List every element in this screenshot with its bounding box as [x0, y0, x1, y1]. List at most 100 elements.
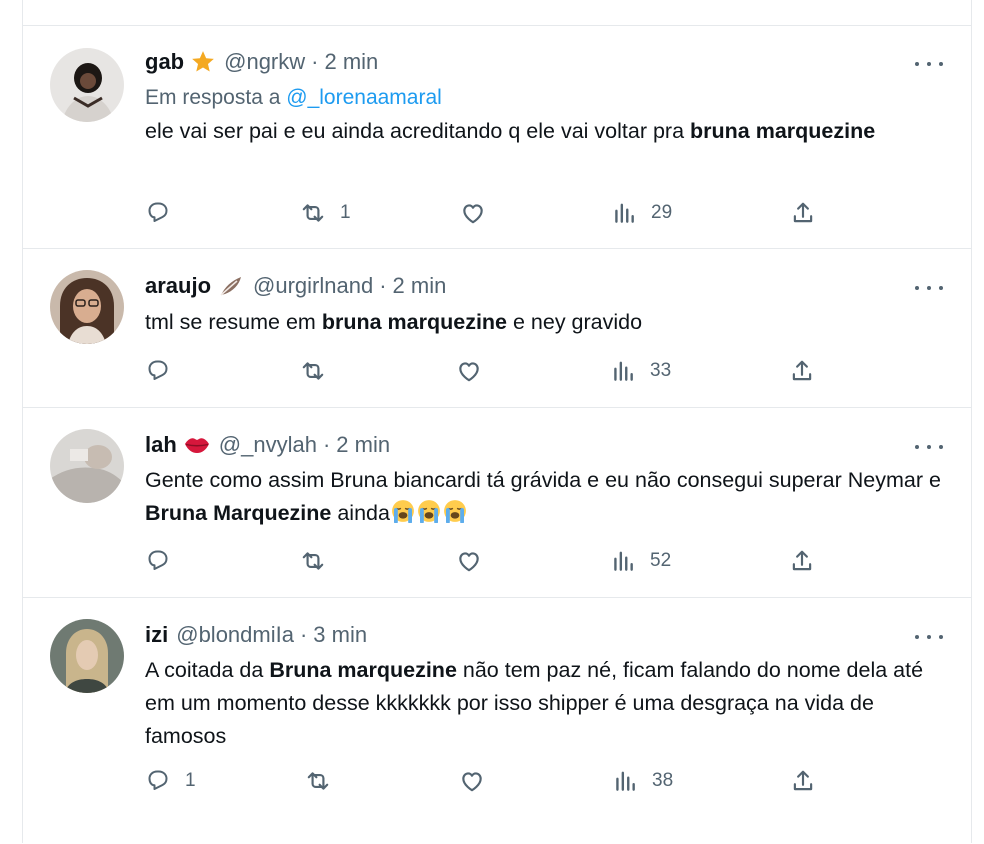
reply-icon: [148, 360, 168, 380]
tweet-text-highlight: bruna marquezine: [690, 119, 876, 143]
reply-button[interactable]: 1: [145, 768, 196, 794]
reply-count: 1: [185, 770, 196, 791]
like-button[interactable]: [456, 548, 496, 574]
reply-button[interactable]: [145, 548, 185, 574]
view-count: 33: [650, 360, 672, 381]
retweet-button[interactable]: [300, 358, 340, 384]
separator-dot: ·: [379, 273, 387, 298]
views-button[interactable]: 29: [611, 200, 672, 226]
retweet-icon: [302, 362, 324, 380]
views-icon: [614, 551, 633, 571]
tweet-text-highlight: bruna marquezine: [321, 310, 508, 334]
tweet-feed: gab @ngrkw · 2 min Em resposta a @_loren…: [22, 0, 972, 843]
reply-button[interactable]: [145, 200, 185, 226]
feather-icon: [217, 273, 245, 299]
tweet-text-part: ele vai ser pai e eu ainda acreditando q…: [145, 119, 691, 143]
timestamp[interactable]: 2 min: [324, 49, 378, 75]
tweet-item[interactable]: gab @ngrkw · 2 min Em resposta a @_loren…: [23, 25, 971, 249]
timestamp[interactable]: 3 min: [313, 622, 367, 648]
display-name[interactable]: araujo: [145, 273, 211, 299]
tweet-actions: 33: [23, 358, 971, 388]
reply-icon: [148, 550, 168, 570]
tweet-item[interactable]: lah @_nvylah · 2 min Gente como assim Br…: [23, 407, 971, 598]
more-options-icon[interactable]: [915, 437, 943, 457]
separator-dot: ·: [311, 49, 319, 74]
share-button[interactable]: [790, 768, 816, 794]
views-button[interactable]: 52: [610, 548, 671, 574]
loudly-crying-face-icon: [416, 498, 442, 533]
display-name[interactable]: lah: [145, 432, 177, 458]
views-button[interactable]: 33: [610, 358, 671, 384]
more-options-icon[interactable]: [915, 627, 943, 647]
tweet-text: A coitada da Bruna marquezine não tem pa…: [145, 654, 950, 753]
reply-mention-link[interactable]: @_lorenaamaral: [286, 86, 442, 109]
reply-button[interactable]: [145, 358, 185, 384]
like-button[interactable]: [460, 200, 500, 226]
view-count: 29: [651, 202, 673, 223]
view-count: 52: [650, 550, 672, 571]
view-count: 38: [652, 770, 674, 791]
handle[interactable]: @_nvylah: [219, 432, 317, 458]
heart-icon: [463, 204, 483, 224]
reply-prefix: Em resposta a: [145, 86, 281, 109]
timestamp[interactable]: 2 min: [393, 273, 447, 299]
handle[interactable]: @urgirlnand: [253, 273, 373, 299]
tweet-text-highlight: Bruna marquezine: [269, 658, 457, 682]
tweet-actions: 52: [23, 548, 971, 578]
tweet-text-part: Gente como assim Bruna biancardi tá gráv…: [145, 468, 941, 492]
tweet-text-part: A coitada da: [145, 658, 270, 682]
avatar[interactable]: [50, 429, 124, 503]
tweet-text: ele vai ser pai e eu ainda acreditando q…: [145, 115, 950, 148]
views-icon: [615, 203, 634, 223]
handle[interactable]: @ngrkw: [224, 49, 305, 75]
display-name[interactable]: gab: [145, 49, 184, 75]
loudly-crying-face-icon: [390, 498, 416, 533]
reply-icon: [148, 202, 168, 222]
retweet-button[interactable]: [300, 548, 340, 574]
retweet-button[interactable]: 1: [300, 200, 351, 226]
reply-icon: [148, 770, 168, 790]
star-icon: [190, 49, 216, 75]
like-button[interactable]: [456, 358, 496, 384]
avatar[interactable]: [50, 270, 124, 344]
more-options-icon[interactable]: [915, 278, 943, 298]
share-icon: [793, 202, 813, 223]
retweet-count: 1: [340, 202, 351, 223]
tweet-text-highlight: Bruna Marquezine: [145, 501, 332, 525]
avatar[interactable]: [50, 619, 124, 693]
share-button[interactable]: [790, 200, 816, 226]
views-icon: [616, 771, 635, 791]
tweet-text-part: ainda: [331, 501, 390, 525]
more-options-icon[interactable]: [915, 54, 943, 74]
share-icon: [792, 360, 812, 381]
heart-icon: [459, 362, 479, 382]
tweet-text-part: e ney gravido: [507, 310, 643, 334]
retweet-button[interactable]: [305, 768, 345, 794]
tweet-item[interactable]: araujo @urgirlnand · 2 min tml se resume…: [23, 248, 971, 408]
separator-dot: ·: [299, 622, 308, 647]
share-button[interactable]: [789, 358, 815, 384]
separator-dot: ·: [322, 432, 331, 457]
like-button[interactable]: [459, 768, 499, 794]
tweet-text: Gente como assim Bruna biancardi tá gráv…: [145, 464, 950, 533]
share-icon: [792, 550, 812, 571]
reply-context: Em resposta a @_lorenaamaral: [145, 85, 442, 111]
retweet-icon: [302, 204, 324, 222]
tweet-text-part: tml se resume em: [145, 310, 322, 334]
retweet-icon: [302, 552, 324, 570]
heart-icon: [459, 552, 479, 572]
tweet-actions: 1 38: [23, 768, 971, 798]
tweet-text: tml se resume em bruna marquezine e ney …: [145, 306, 950, 339]
display-name[interactable]: izi: [145, 622, 168, 648]
loudly-crying-face-icon: [442, 498, 468, 533]
share-button[interactable]: [789, 548, 815, 574]
views-button[interactable]: 38: [612, 768, 673, 794]
timestamp[interactable]: 2 min: [336, 432, 390, 458]
heart-icon: [462, 772, 482, 792]
views-icon: [614, 361, 633, 381]
share-icon: [793, 770, 813, 791]
tweet-item[interactable]: izi @blondmiIa · 3 min A coitada da Brun…: [23, 597, 971, 844]
handle[interactable]: @blondmiIa: [176, 622, 294, 648]
retweet-icon: [307, 772, 329, 790]
avatar[interactable]: [50, 48, 124, 122]
